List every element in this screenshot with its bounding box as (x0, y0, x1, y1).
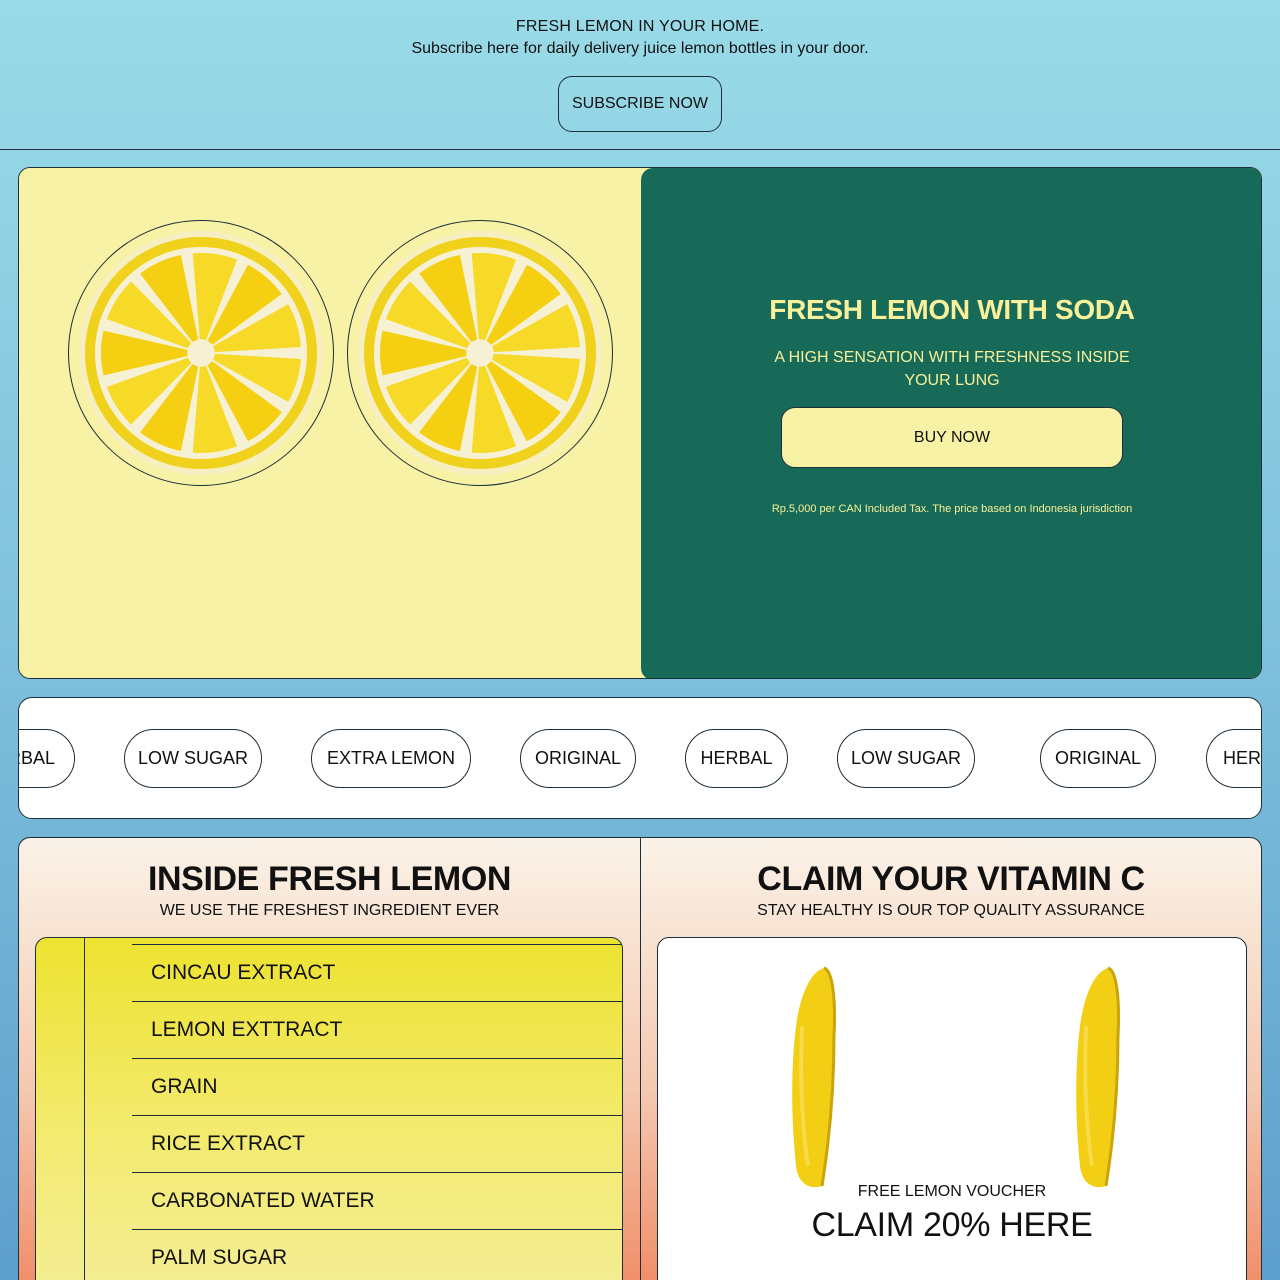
flavor-chip[interactable]: HERBAL (685, 729, 788, 788)
flavor-chip[interactable]: HERBAL (19, 729, 75, 788)
ingredient-item: LEMON EXTTRACT (132, 1001, 622, 1058)
ingredient-item: RICE EXTRACT (132, 1115, 622, 1172)
ingredients-subtitle: WE USE THE FRESHEST INGREDIENT EVER (159, 902, 500, 919)
lemon-half-icon (792, 966, 836, 1188)
flavor-chip[interactable]: HERBAL (1206, 729, 1262, 788)
hero-subtitle: A HIGH SENSATION WITH FRESHNESS INSIDE Y… (774, 349, 1130, 389)
flavor-chip[interactable]: EXTRA LEMON (311, 729, 471, 788)
ingredient-item: PALM SUGAR (132, 1229, 622, 1280)
voucher-label: FREE LEMON VOUCHER (857, 1183, 1047, 1200)
vitamin-subtitle: STAY HEALTHY IS OUR TOP QUALITY ASSURANC… (757, 902, 1145, 919)
flavor-chip-label: HERBAL (1223, 748, 1262, 768)
ingredient-item: GRAIN (132, 1058, 622, 1115)
banner-subtext: Subscribe here for daily delivery juice … (411, 40, 869, 57)
flavor-chip-label: EXTRA LEMON (326, 748, 456, 768)
flavor-chip-label: HERBAL (700, 748, 773, 768)
voucher-card[interactable]: FREE LEMON VOUCHER CLAIM 20% HERE (657, 937, 1247, 1280)
ingredient-list: CINCAU EXTRACT LEMON EXTTRACT GRAIN RICE… (35, 937, 623, 1280)
flavor-chip-label: ORIGINAL (534, 748, 622, 768)
flavor-chip-strip: HERBAL LOW SUGAR EXTRA LEMON ORIGINAL HE… (18, 697, 1262, 819)
ingredient-item: CINCAU EXTRACT (132, 944, 622, 1001)
flavor-chip-label: ORIGINAL (1054, 748, 1142, 768)
lemon-slice-icon (79, 231, 323, 475)
flavor-chip[interactable]: LOW SUGAR (837, 729, 975, 788)
flavor-chip-label: LOW SUGAR (850, 748, 961, 768)
price-note: Rp.5,000 per CAN Included Tax. The price… (771, 503, 1133, 515)
lemon-slice-image (347, 220, 613, 486)
hero-section: FRESH LEMON WITH SODA A HIGH SENSATION W… (18, 167, 1262, 679)
flavor-chip-label: HERBAL (19, 748, 56, 768)
lemon-slice-icon (358, 231, 602, 475)
vitamin-title: CLAIM YOUR VITAMIN C (757, 860, 1145, 898)
ingredients-title: INSIDE FRESH LEMON (147, 860, 512, 898)
buy-now-button[interactable]: BUY NOW (781, 407, 1123, 468)
ingredient-item: CARBONATED WATER (132, 1172, 622, 1229)
claim-voucher-link[interactable]: CLAIM 20% HERE (658, 1206, 1246, 1245)
banner-headline: FRESH LEMON IN YOUR HOME. (515, 18, 765, 35)
flavor-chip[interactable]: ORIGINAL (520, 729, 636, 788)
ingredients-panel: INSIDE FRESH LEMON WE USE THE FRESHEST I… (18, 837, 640, 1280)
flavor-chip-label: LOW SUGAR (137, 748, 248, 768)
vitamin-panel: CLAIM YOUR VITAMIN C STAY HEALTHY IS OUR… (640, 837, 1262, 1280)
hero-title: FRESH LEMON WITH SODA (769, 294, 1135, 325)
subscribe-banner: FRESH LEMON IN YOUR HOME. Subscribe here… (0, 0, 1280, 150)
list-divider (84, 938, 85, 1280)
subscribe-now-button[interactable]: SUBSCRIBE NOW (558, 76, 722, 132)
lemon-slice-image (68, 220, 334, 486)
hero-product-card: FRESH LEMON WITH SODA A HIGH SENSATION W… (641, 168, 1261, 678)
hero-image-area (19, 168, 641, 678)
flavor-chip[interactable]: LOW SUGAR (124, 729, 262, 788)
lemon-half-icon (1076, 966, 1120, 1188)
flavor-chip[interactable]: ORIGINAL (1040, 729, 1156, 788)
